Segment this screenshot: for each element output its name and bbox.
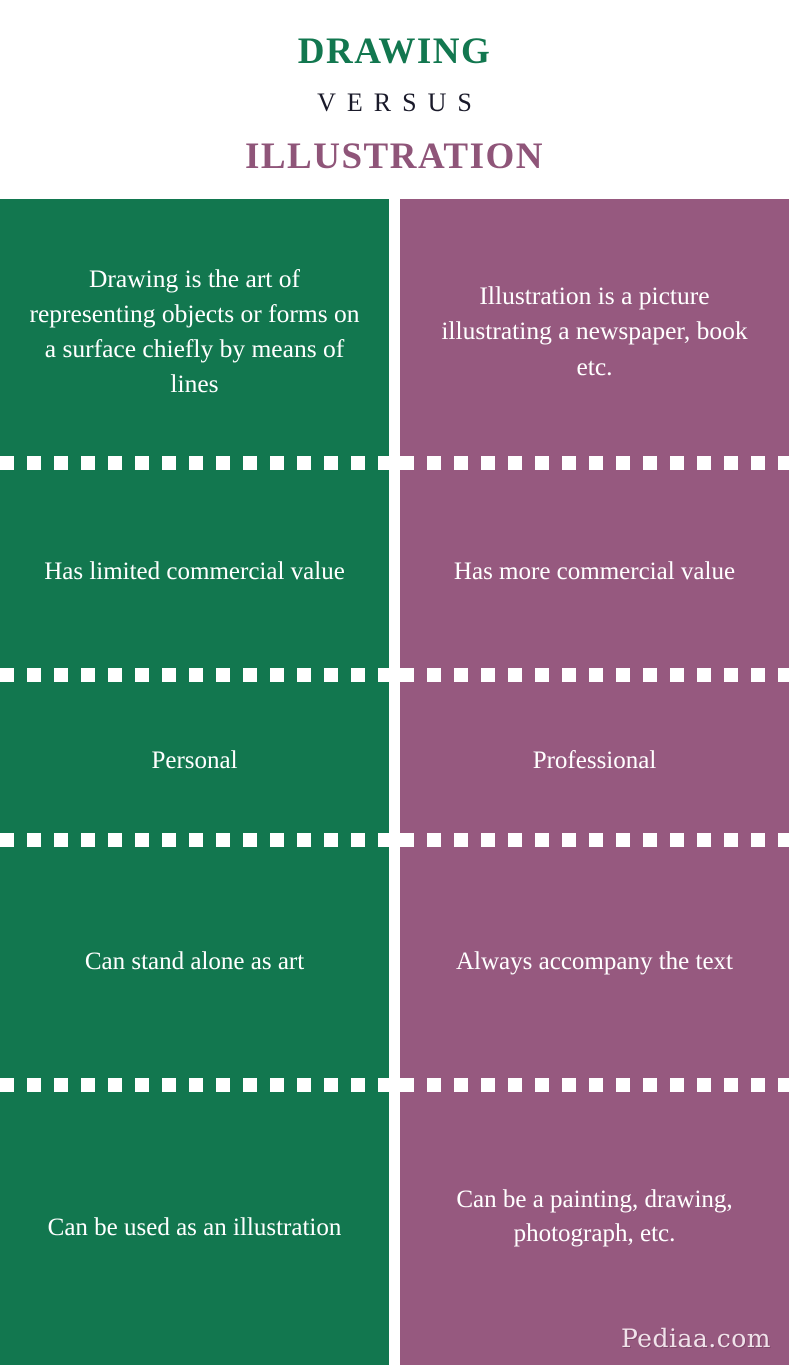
left-separator-1 [0, 456, 389, 470]
left-cell-4-text: Can stand alone as art [84, 948, 305, 976]
left-cell-2: Has limited commercial value [0, 470, 389, 675]
right-cell-3: Professional [400, 682, 789, 840]
left-cell-5: Can be used as an illustration [0, 1092, 389, 1365]
column-divider [389, 199, 400, 1365]
infographic-header: DRAWING VERSUS ILLUSTRATION [0, 0, 789, 199]
right-separator-4 [400, 1078, 789, 1092]
right-cell-3-text: Professional [532, 746, 657, 774]
pediaa-watermark: Pediaa.com [620, 1324, 771, 1353]
right-column-illustration: Illustration is a picture illustrating a… [400, 199, 789, 1365]
right-separator-3 [400, 833, 789, 847]
right-cell-5-text: Can be a painting, drawing, photograph, … [456, 1185, 733, 1248]
left-cell-1: Drawing is the art of representing objec… [0, 199, 389, 463]
versus-label: VERSUS [317, 88, 483, 117]
right-cell-2: Has more commercial value [400, 470, 789, 675]
right-cell-4-text: Always accompany the text [456, 948, 733, 976]
comparison-columns: Drawing is the art of representing objec… [0, 199, 789, 1365]
left-cell-1-text: Drawing is the art of representing objec… [29, 263, 360, 399]
left-column-drawing: Drawing is the art of representing objec… [0, 199, 389, 1365]
left-cell-3-text: Personal [151, 746, 238, 774]
left-cell-2-text: Has limited commercial value [44, 558, 345, 586]
left-separator-4 [0, 1078, 389, 1092]
comparison-infographic: DRAWING VERSUS ILLUSTRATION Drawing is t… [0, 0, 789, 1365]
right-cell-1-text: Illustration is a picture illustrating a… [441, 281, 748, 381]
left-cell-5-text: Can be used as an illustration [47, 1214, 342, 1242]
right-cell-5: Can be a painting, drawing, photograph, … [400, 1092, 789, 1342]
right-separator-2 [400, 668, 789, 682]
right-cell-1: Illustration is a picture illustrating a… [400, 199, 789, 463]
left-cell-3: Personal [0, 682, 389, 840]
right-cell-2-text: Has more commercial value [453, 558, 736, 586]
right-topic-title: ILLUSTRATION [244, 136, 544, 177]
left-topic-title: DRAWING [297, 31, 492, 72]
left-separator-3 [0, 833, 389, 847]
left-cell-4: Can stand alone as art [0, 847, 389, 1078]
right-separator-1 [400, 456, 789, 470]
left-separator-2 [0, 668, 389, 682]
right-cell-4: Always accompany the text [400, 847, 789, 1078]
